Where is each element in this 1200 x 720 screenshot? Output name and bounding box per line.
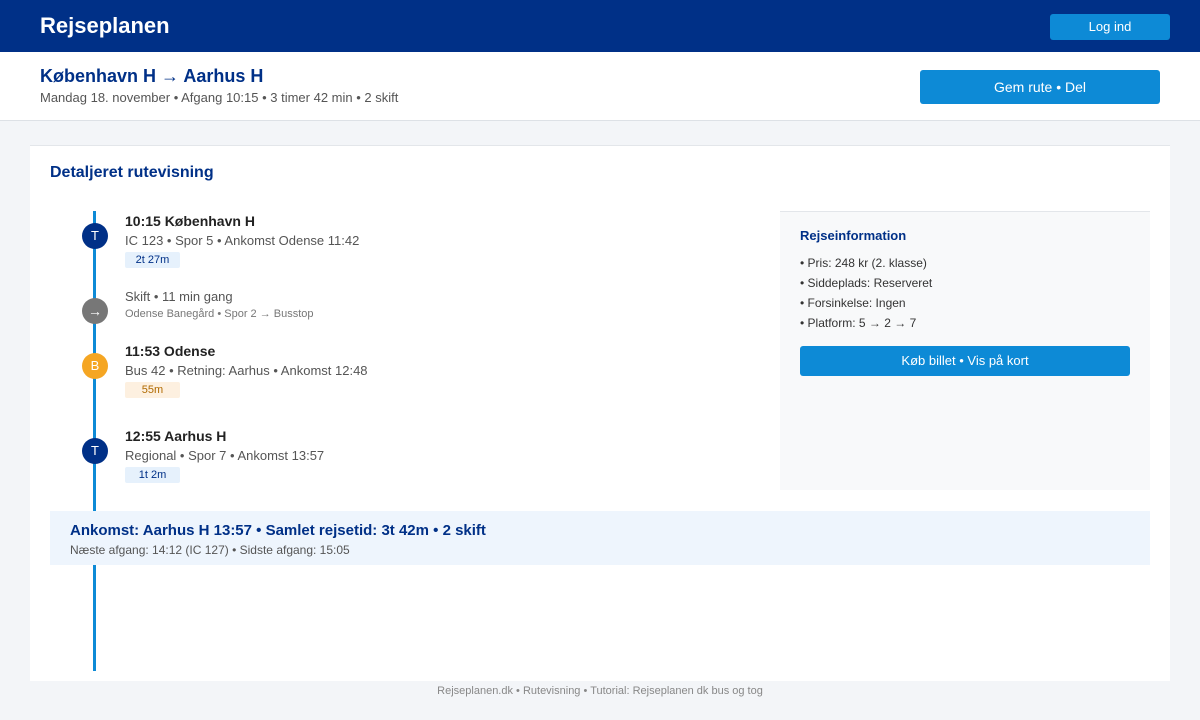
top-navigation-bar: Rejseplanen Log ind bbox=[0, 0, 1200, 52]
leg-title: 10:15 København H bbox=[125, 213, 255, 229]
buy-ticket-button[interactable]: Køb billet • Vis på kort bbox=[800, 346, 1130, 376]
leg-detail: Bus 42 • Retning: Aarhus • Ankomst 12:48 bbox=[125, 363, 368, 378]
login-button[interactable]: Log ind bbox=[1050, 14, 1170, 40]
next-departures: Næste afgang: 14:12 (IC 127) • Sidste af… bbox=[70, 543, 350, 557]
brand-logo[interactable]: Rejseplanen bbox=[40, 13, 170, 39]
route-header: København H → Aarhus H Mandag 18. novemb… bbox=[0, 52, 1200, 121]
travel-info-title: Rejseinformation bbox=[800, 228, 907, 243]
walk-transfer-icon: → bbox=[82, 298, 108, 324]
leg-title: 11:53 Odense bbox=[125, 343, 216, 359]
footer: Rejseplanen.dk • Rutevisning • Tutorial:… bbox=[437, 685, 763, 697]
leg-duration-badge: 1t 2m bbox=[125, 467, 180, 483]
leg-detail: Regional • Spor 7 • Ankomst 13:57 bbox=[125, 448, 325, 463]
arrival-summary: Ankomst: Aarhus H 13:57 • Samlet rejseti… bbox=[50, 511, 1150, 565]
bus-icon: B bbox=[82, 353, 108, 379]
route-title: København H → Aarhus H bbox=[40, 66, 264, 86]
leg-detail: IC 123 • Spor 5 • Ankomst Odense 11:42 bbox=[125, 233, 360, 248]
info-delay: • Forsinkelse: Ingen bbox=[800, 296, 906, 310]
transfer-title: Skift • 11 min gang bbox=[125, 289, 233, 304]
arrival-summary-main: Ankomst: Aarhus H 13:57 • Samlet rejseti… bbox=[70, 522, 486, 539]
leg-duration-badge: 55m bbox=[125, 382, 180, 398]
route-details-card: Detaljeret rutevisning T 10:15 København… bbox=[30, 145, 1170, 681]
transfer-detail: Odense Banegård • Spor 2 → Busstop bbox=[125, 308, 314, 320]
leg-title: 12:55 Aarhus H bbox=[125, 428, 227, 444]
info-seat: • Siddeplads: Reserveret bbox=[800, 276, 933, 290]
route-summary: Mandag 18. november • Afgang 10:15 • 3 t… bbox=[40, 90, 399, 105]
info-price: • Pris: 248 kr (2. klasse) bbox=[800, 256, 927, 270]
route-details-title: Detaljeret rutevisning bbox=[50, 164, 214, 181]
train-icon: T bbox=[82, 438, 108, 464]
save-share-button[interactable]: Gem rute • Del bbox=[920, 70, 1160, 104]
travel-info-panel: Rejseinformation • Pris: 248 kr (2. klas… bbox=[780, 211, 1150, 490]
info-platform: • Platform: 5 → 2 → 7 bbox=[800, 316, 917, 330]
train-icon: T bbox=[82, 223, 108, 249]
leg-duration-badge: 2t 27m bbox=[125, 252, 180, 268]
